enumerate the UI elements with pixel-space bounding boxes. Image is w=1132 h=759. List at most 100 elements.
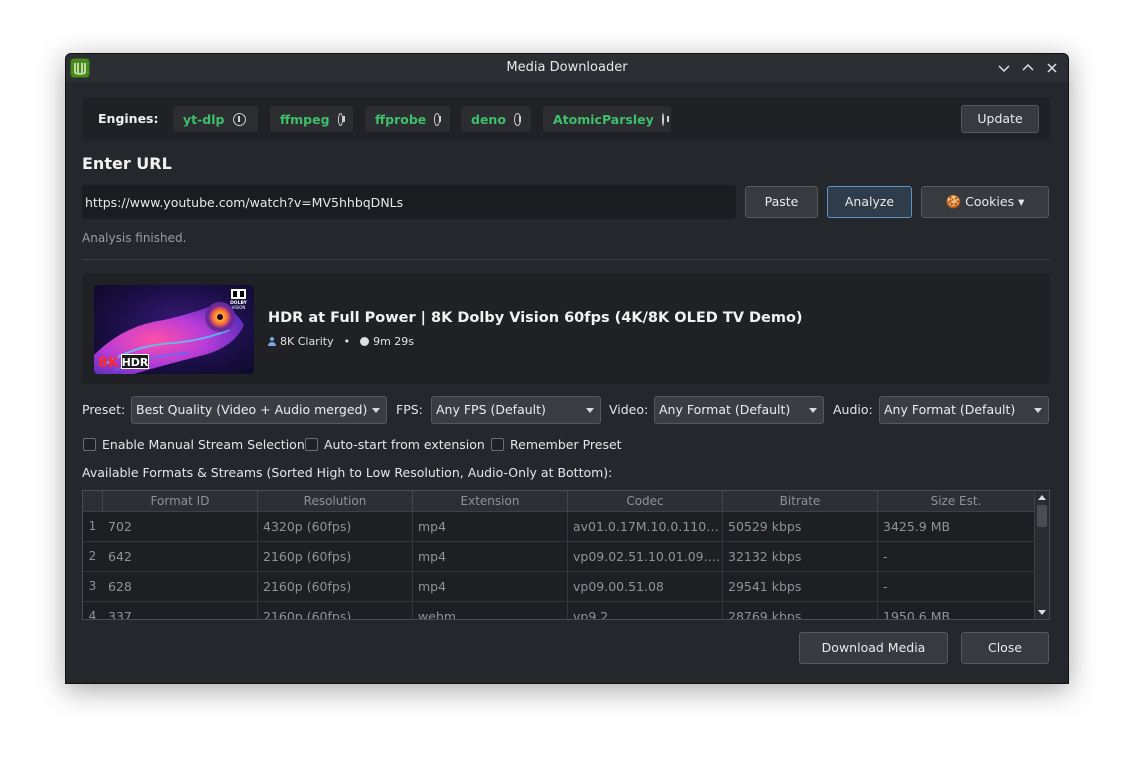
engine-name: ffprobe bbox=[375, 111, 427, 127]
scroll-down-icon[interactable] bbox=[1038, 610, 1046, 615]
info-icon[interactable] bbox=[337, 112, 346, 126]
column-header[interactable]: Extension bbox=[413, 491, 568, 511]
autostart-checkbox[interactable]: Auto-start from extension bbox=[305, 437, 485, 452]
cell-extension: mp4 bbox=[413, 572, 568, 601]
app-window: Media Downloader Engines: yt-dlp ffmpeg … bbox=[65, 53, 1069, 684]
checkbox-label: Enable Manual Stream Selection bbox=[102, 437, 305, 452]
engine-yt-dlp[interactable]: yt-dlp bbox=[173, 106, 258, 132]
cell-size: - bbox=[878, 572, 1035, 601]
chevron-down-icon bbox=[809, 408, 817, 413]
cell-codec: av01.0.17M.10.0.110.09.16.09.0 bbox=[568, 512, 723, 541]
download-media-button[interactable]: Download Media bbox=[799, 632, 948, 664]
scroll-thumb[interactable] bbox=[1037, 505, 1047, 527]
column-header[interactable]: Format ID bbox=[103, 491, 258, 511]
column-header[interactable]: Codec bbox=[568, 491, 723, 511]
remember-preset-checkbox[interactable]: Remember Preset bbox=[491, 437, 622, 452]
column-header[interactable]: Size Est. bbox=[878, 491, 1035, 511]
column-header[interactable]: Resolution bbox=[258, 491, 413, 511]
user-icon bbox=[268, 337, 276, 346]
close-button[interactable]: Close bbox=[961, 632, 1049, 664]
info-icon[interactable] bbox=[434, 112, 441, 126]
cell-size: 1950.6 MB bbox=[878, 602, 1035, 619]
corner-cell bbox=[83, 491, 103, 511]
paste-button[interactable]: Paste bbox=[745, 186, 818, 218]
cell-format-id: 642 bbox=[103, 542, 258, 571]
checkbox-box[interactable] bbox=[491, 438, 504, 451]
fps-label: FPS: bbox=[396, 402, 423, 417]
engine-ffmpeg[interactable]: ffmpeg bbox=[270, 106, 353, 132]
checkbox-box[interactable] bbox=[305, 438, 318, 451]
chevron-down-icon bbox=[1034, 408, 1042, 413]
video-info-card: DOLBY VISION 8K HDR HDR at Full Power | … bbox=[82, 274, 1050, 384]
cell-resolution: 2160p (60fps) bbox=[258, 572, 413, 601]
cell-format-id: 337 bbox=[103, 602, 258, 619]
video-label: Video: bbox=[609, 402, 649, 417]
cell-resolution: 4320p (60fps) bbox=[258, 512, 413, 541]
formats-table[interactable]: Format ID Resolution Extension Codec Bit… bbox=[82, 490, 1050, 620]
table-row[interactable]: 4 337 2160p (60fps) webm vp9.2 28769 kbp… bbox=[83, 602, 1035, 619]
status-text: Analysis finished. bbox=[82, 231, 187, 245]
cell-format-id: 702 bbox=[103, 512, 258, 541]
table-caption: Available Formats & Streams (Sorted High… bbox=[82, 465, 613, 480]
meta-separator: • bbox=[343, 335, 351, 348]
cell-codec: vp09.02.51.10.01.09.16.09.00 bbox=[568, 542, 723, 571]
fps-value: Any FPS (Default) bbox=[436, 402, 546, 417]
engine-atomicparsley[interactable]: AtomicParsley bbox=[543, 106, 671, 132]
checkbox-box[interactable] bbox=[83, 438, 96, 451]
cell-resolution: 2160p (60fps) bbox=[258, 542, 413, 571]
thumb-badge-8k: 8K bbox=[98, 355, 120, 371]
cell-codec: vp09.00.51.08 bbox=[568, 572, 723, 601]
engines-bar: Engines: yt-dlp ffmpeg ffprobe deno Atom… bbox=[82, 98, 1050, 140]
chevron-down-icon bbox=[372, 408, 380, 413]
table-row[interactable]: 3 628 2160p (60fps) mp4 vp09.00.51.08 29… bbox=[83, 572, 1035, 602]
engine-name: ffmpeg bbox=[280, 111, 330, 127]
video-format-select[interactable]: Any Format (Default) bbox=[654, 396, 824, 424]
vertical-scrollbar[interactable] bbox=[1034, 491, 1049, 619]
cell-resolution: 2160p (60fps) bbox=[258, 602, 413, 619]
engine-deno[interactable]: deno bbox=[461, 106, 531, 132]
table-row[interactable]: 1 4320p (60fps) 702 mp4 av01.0.17M.10.0.… bbox=[83, 512, 1035, 542]
chevron-down-icon bbox=[586, 408, 594, 413]
preset-label: Preset: bbox=[82, 402, 126, 417]
update-button[interactable]: Update bbox=[961, 105, 1039, 133]
title-bar[interactable]: Media Downloader bbox=[66, 54, 1068, 82]
video-title: HDR at Full Power | 8K Dolby Vision 60fp… bbox=[268, 310, 803, 326]
row-number: 2 bbox=[88, 549, 97, 563]
enter-url-heading: Enter URL bbox=[82, 154, 172, 173]
cell-extension: mp4 bbox=[413, 512, 568, 541]
checkbox-label: Remember Preset bbox=[510, 437, 622, 452]
engine-name: deno bbox=[471, 111, 506, 127]
column-header[interactable]: Bitrate bbox=[723, 491, 878, 511]
row-number: 3 bbox=[88, 579, 97, 593]
table-header: Format ID Resolution Extension Codec Bit… bbox=[83, 491, 1035, 512]
channel-name: 8K Clarity bbox=[280, 335, 334, 348]
audio-format-value: Any Format (Default) bbox=[884, 402, 1016, 417]
url-input[interactable] bbox=[82, 185, 736, 219]
preset-select[interactable]: Best Quality (Video + Audio merged) bbox=[131, 396, 387, 424]
cell-codec: vp9.2 bbox=[568, 602, 723, 619]
maximize-icon[interactable] bbox=[1019, 59, 1037, 77]
fps-select[interactable]: Any FPS (Default) bbox=[431, 396, 601, 424]
stopwatch-icon bbox=[360, 337, 370, 346]
window-title: Media Downloader bbox=[506, 60, 628, 75]
analyze-button[interactable]: Analyze bbox=[827, 186, 912, 218]
cookies-button[interactable]: 🍪 Cookies ▾ bbox=[921, 186, 1049, 218]
info-icon[interactable] bbox=[232, 112, 246, 126]
close-icon[interactable] bbox=[1043, 59, 1061, 77]
info-icon[interactable] bbox=[661, 112, 669, 126]
engine-ffprobe[interactable]: ffprobe bbox=[365, 106, 450, 132]
row-number: 1 bbox=[88, 519, 97, 533]
manual-stream-checkbox[interactable]: Enable Manual Stream Selection bbox=[83, 437, 305, 452]
cell-size: - bbox=[878, 542, 1035, 571]
minimize-icon[interactable] bbox=[995, 59, 1013, 77]
cell-bitrate: 28769 kbps bbox=[723, 602, 878, 619]
divider bbox=[82, 259, 1050, 260]
info-icon[interactable] bbox=[513, 112, 521, 126]
audio-format-select[interactable]: Any Format (Default) bbox=[879, 396, 1049, 424]
video-meta: 8K Clarity • 9m 29s bbox=[268, 335, 414, 348]
video-thumbnail: DOLBY VISION 8K HDR bbox=[94, 285, 254, 374]
cell-bitrate: 32132 kbps bbox=[723, 542, 878, 571]
engine-name: AtomicParsley bbox=[553, 111, 654, 127]
scroll-up-icon[interactable] bbox=[1038, 495, 1046, 500]
table-row[interactable]: 2 642 2160p (60fps) mp4 vp09.02.51.10.01… bbox=[83, 542, 1035, 572]
